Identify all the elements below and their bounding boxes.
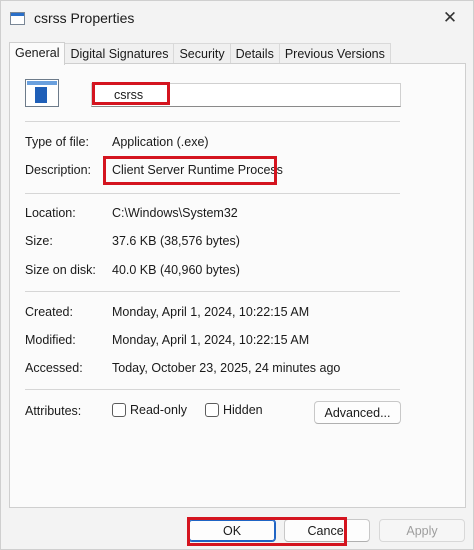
tab-security[interactable]: Security (173, 43, 231, 64)
type-of-file-label: Type of file: (25, 135, 89, 149)
size-label: Size: (25, 234, 53, 248)
ok-button[interactable]: OK (188, 519, 276, 542)
file-name-field[interactable] (91, 83, 401, 107)
readonly-checkbox-box[interactable] (112, 403, 126, 417)
accessed-value: Today, October 23, 2025, 24 minutes ago (112, 361, 341, 375)
tab-strip: General Digital Signatures Security Deta… (9, 42, 391, 65)
description-label: Description: (25, 163, 91, 177)
readonly-checkbox-label: Read-only (130, 403, 187, 417)
readonly-checkbox[interactable]: Read-only (112, 403, 187, 417)
window-icon (10, 12, 25, 25)
created-value: Monday, April 1, 2024, 10:22:15 AM (112, 305, 310, 319)
type-of-file-value: Application (.exe) (112, 135, 209, 149)
window-title: csrss Properties (34, 10, 135, 26)
size-on-disk-value: 40.0 KB (40,960 bytes) (112, 263, 240, 277)
hidden-checkbox-box[interactable] (205, 403, 219, 417)
apply-button[interactable]: Apply (379, 519, 465, 542)
location-label: Location: (25, 206, 76, 220)
modified-label: Modified: (25, 333, 76, 347)
cancel-button[interactable]: Cancel (284, 519, 370, 542)
hidden-checkbox-label: Hidden (223, 403, 263, 417)
general-panel (9, 63, 466, 508)
attributes-label: Attributes: (25, 404, 82, 418)
application-file-icon (25, 79, 59, 107)
size-on-disk-label: Size on disk: (25, 263, 96, 277)
tab-previous-versions[interactable]: Previous Versions (278, 43, 391, 64)
description-value: Client Server Runtime Process (112, 163, 283, 177)
modified-value: Monday, April 1, 2024, 10:22:15 AM (112, 333, 310, 347)
location-value: C:\Windows\System32 (112, 206, 238, 220)
separator (25, 389, 400, 390)
title-bar: csrss Properties ✕ (1, 1, 473, 37)
separator (25, 121, 400, 122)
advanced-button[interactable]: Advanced... (314, 401, 401, 424)
separator (25, 291, 400, 292)
tab-details[interactable]: Details (229, 43, 280, 64)
properties-dialog: csrss Properties ✕ General Digital Signa… (0, 0, 474, 550)
tab-general[interactable]: General (9, 42, 66, 65)
accessed-label: Accessed: (25, 361, 83, 375)
separator (25, 193, 400, 194)
hidden-checkbox[interactable]: Hidden (205, 403, 263, 417)
tab-digital-signatures[interactable]: Digital Signatures (64, 43, 175, 64)
close-icon[interactable]: ✕ (427, 1, 473, 35)
created-label: Created: (25, 305, 73, 319)
size-value: 37.6 KB (38,576 bytes) (112, 234, 240, 248)
